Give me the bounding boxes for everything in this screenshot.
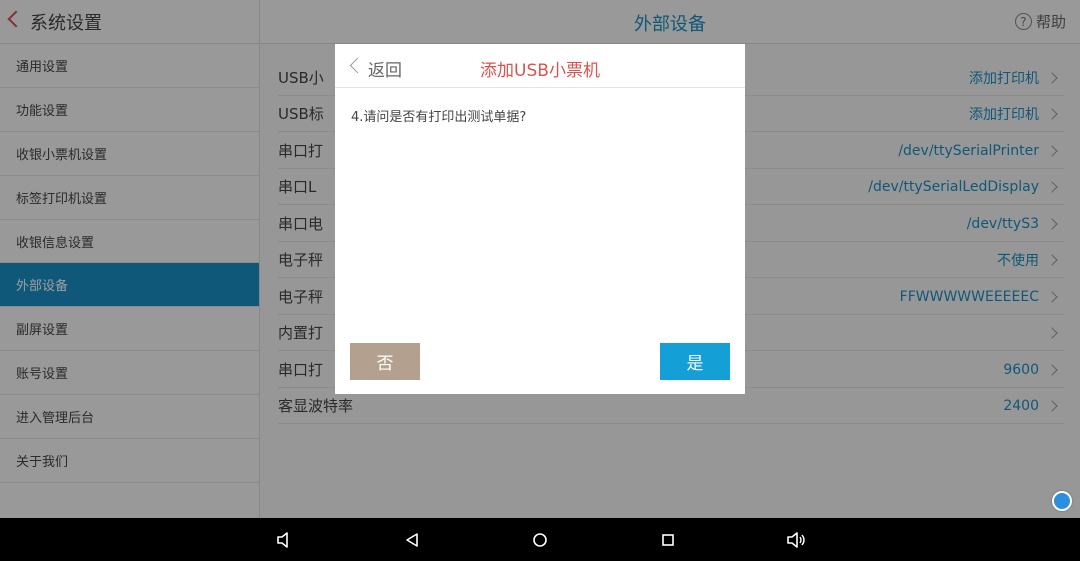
- home-icon[interactable]: [520, 518, 560, 561]
- back-icon[interactable]: [392, 518, 432, 561]
- volume-up-icon[interactable]: [776, 518, 816, 561]
- yes-button[interactable]: 是: [660, 343, 730, 380]
- recents-icon[interactable]: [648, 518, 688, 561]
- add-usb-printer-dialog: 返回 添加USB小票机 4.请问是否有打印出测试单据? 否 是: [335, 44, 745, 394]
- dialog-header: 返回 添加USB小票机: [335, 44, 745, 88]
- volume-down-icon[interactable]: [264, 518, 304, 561]
- dialog-title: 添加USB小票机: [480, 61, 600, 81]
- floating-assist-button[interactable]: [1052, 491, 1072, 511]
- dialog-question: 4.请问是否有打印出测试单据?: [351, 110, 527, 125]
- system-nav-bar: [0, 518, 1080, 561]
- no-button[interactable]: 否: [350, 343, 420, 380]
